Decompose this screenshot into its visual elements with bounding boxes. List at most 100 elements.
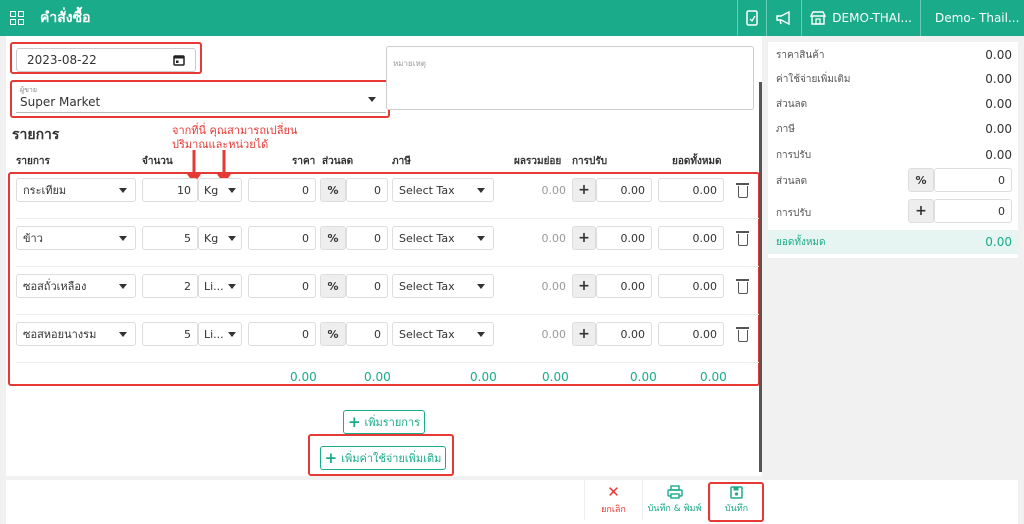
- items-heading: รายการ: [12, 127, 60, 143]
- adjust-plus-toggle[interactable]: +: [572, 322, 596, 346]
- order-form-panel: 2023-08-22 ผู้ขาย Super Market หมายเหตุ …: [6, 36, 762, 476]
- chevron-down-icon: [119, 331, 127, 337]
- scrollbar[interactable]: [759, 82, 762, 472]
- adjust-plus-toggle[interactable]: +: [572, 274, 596, 298]
- row-divider: [16, 362, 761, 363]
- megaphone-icon: [776, 11, 790, 25]
- chevron-down-icon: [119, 235, 127, 241]
- discount-input[interactable]: 0: [346, 226, 388, 250]
- date-highlight-box: [10, 42, 202, 74]
- summary-tax: ภาษี 0.00: [776, 122, 1012, 136]
- total-subtotal: 0.00: [542, 370, 569, 384]
- tax-select[interactable]: Select Tax: [392, 178, 494, 202]
- summary-extra-cost: ค่าใช้จ่ายเพิ่มเติม 0.00: [776, 72, 1012, 86]
- item-select[interactable]: ข้าว: [16, 226, 136, 250]
- apps-grid-icon[interactable]: [10, 11, 24, 25]
- unit-select[interactable]: Li...: [198, 322, 242, 346]
- total-input[interactable]: 0.00: [658, 322, 724, 346]
- price-input[interactable]: 0: [248, 226, 316, 250]
- announcement-button[interactable]: [766, 0, 801, 36]
- discount-percent-toggle[interactable]: %: [320, 226, 346, 250]
- note-textarea[interactable]: หมายเหตุ: [386, 46, 754, 110]
- discount-percent-toggle[interactable]: %: [320, 322, 346, 346]
- discount-percent-toggle[interactable]: %: [320, 274, 346, 298]
- subtotal-value: 0.00: [541, 280, 567, 293]
- row-divider: [16, 266, 761, 267]
- unit-select[interactable]: Kg: [198, 226, 242, 250]
- cancel-button[interactable]: ✕ ยกเลิก: [584, 480, 642, 520]
- adjust-input[interactable]: 0.00: [596, 226, 652, 250]
- subtotal-value: 0.00: [541, 328, 567, 341]
- chevron-down-icon: [119, 187, 127, 193]
- row-divider: [16, 314, 761, 315]
- tax-select[interactable]: Select Tax: [392, 322, 494, 346]
- discount-percent-toggle[interactable]: %: [320, 178, 346, 202]
- adjust-input[interactable]: 0.00: [596, 322, 652, 346]
- summary-discount-percent-toggle[interactable]: %: [908, 168, 934, 192]
- discount-input[interactable]: 0: [346, 274, 388, 298]
- price-input[interactable]: 0: [248, 274, 316, 298]
- summary-discount-input[interactable]: 0: [934, 168, 1012, 192]
- table-row: ข้าว 5 Kg 0 % 0 Select Tax 0.00 + 0.00 0…: [6, 226, 762, 250]
- summary-panel: ราคาสินค้า 0.00 ค่าใช้จ่ายเพิ่มเติม 0.00 ส…: [768, 42, 1018, 258]
- item-select[interactable]: ซอสหอยนางรม: [16, 322, 136, 346]
- save-print-button[interactable]: บันทึก & พิมพ์: [642, 480, 706, 520]
- discount-input[interactable]: 0: [346, 322, 388, 346]
- chevron-down-icon: [228, 283, 236, 289]
- trash-icon[interactable]: [736, 183, 749, 198]
- summary-adjust-input[interactable]: 0: [934, 199, 1012, 223]
- grand-total-row: ยอดทั้งหมด 0.00: [768, 230, 1018, 254]
- user-menu[interactable]: Demo- Thail...: [920, 0, 1024, 36]
- adjust-input-label: การปรับ: [776, 208, 812, 219]
- col-price: ราคา: [292, 156, 316, 167]
- mobile-icon: [746, 10, 759, 26]
- table-row: กระเทียม 10 Kg 0 % 0 Select Tax 0.00 + 0…: [6, 178, 762, 202]
- table-row: ซอสหอยนางรม 5 Li... 0 % 0 Select Tax 0.0…: [6, 322, 762, 346]
- total-price: 0.00: [290, 370, 317, 384]
- adjust-input[interactable]: 0.00: [596, 178, 652, 202]
- subtotal-value: 0.00: [541, 184, 567, 197]
- qty-input[interactable]: 5: [142, 322, 198, 346]
- discount-input-label: ส่วนลด: [776, 176, 808, 187]
- store-icon: [810, 11, 827, 25]
- chevron-down-icon: [477, 187, 485, 193]
- shop-selector[interactable]: DEMO-THAI...: [801, 0, 920, 36]
- trash-icon[interactable]: [736, 279, 749, 294]
- unit-select[interactable]: Kg: [198, 178, 242, 202]
- discount-input[interactable]: 0: [346, 178, 388, 202]
- adjust-plus-toggle[interactable]: +: [572, 226, 596, 250]
- page-title: คำสั่งซื้อ: [40, 10, 91, 26]
- qty-input[interactable]: 10: [142, 178, 198, 202]
- trash-icon[interactable]: [736, 231, 749, 246]
- note-placeholder: หมายเหตุ: [393, 59, 426, 68]
- unit-select[interactable]: Li...: [198, 274, 242, 298]
- table-row: ซอสถั่วเหลือง 2 Li... 0 % 0 Select Tax 0…: [6, 274, 762, 298]
- mobile-icon-button[interactable]: [737, 0, 766, 36]
- tax-select[interactable]: Select Tax: [392, 226, 494, 250]
- total-input[interactable]: 0.00: [658, 226, 724, 250]
- qty-input[interactable]: 5: [142, 226, 198, 250]
- top-bar: คำสั่งซื้อ DEMO-THAI... Demo- Thail...: [0, 0, 1024, 36]
- price-input[interactable]: 0: [248, 322, 316, 346]
- trash-icon[interactable]: [736, 327, 749, 342]
- summary-adjust-plus-toggle[interactable]: +: [908, 199, 934, 223]
- chevron-down-icon: [119, 283, 127, 289]
- shop-name: DEMO-THAI...: [832, 11, 912, 25]
- total-input[interactable]: 0.00: [658, 274, 724, 298]
- adjust-plus-toggle[interactable]: +: [572, 178, 596, 202]
- total-input[interactable]: 0.00: [658, 178, 724, 202]
- total-adjust: 0.00: [630, 370, 657, 384]
- vendor-highlight-box: [10, 80, 390, 118]
- col-adjust: การปรับ: [572, 156, 608, 167]
- total-tax: 0.00: [470, 370, 497, 384]
- subtotal-value: 0.00: [541, 232, 567, 245]
- chevron-down-icon: [477, 331, 485, 337]
- qty-input[interactable]: 2: [142, 274, 198, 298]
- item-select[interactable]: ซอสถั่วเหลือง: [16, 274, 136, 298]
- price-input[interactable]: 0: [248, 178, 316, 202]
- add-item-button[interactable]: + เพิ่มรายการ: [343, 410, 425, 434]
- adjust-input[interactable]: 0.00: [596, 274, 652, 298]
- tax-select[interactable]: Select Tax: [392, 274, 494, 298]
- item-select[interactable]: กระเทียม: [16, 178, 136, 202]
- chevron-down-icon: [228, 187, 236, 193]
